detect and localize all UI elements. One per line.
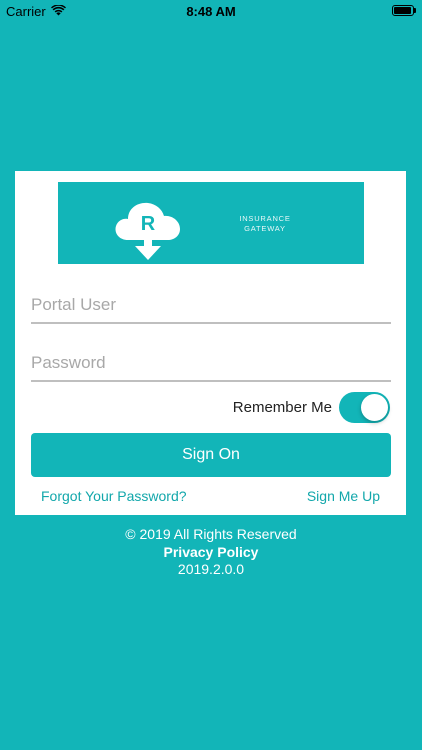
privacy-policy-link[interactable]: Privacy Policy xyxy=(0,544,422,562)
status-bar: Carrier 8:48 AM xyxy=(0,0,422,22)
battery-icon xyxy=(392,5,416,16)
remember-me-row: Remember Me xyxy=(233,392,390,423)
password-input[interactable] xyxy=(31,346,391,380)
logo-text: INSURANCE GATEWAY xyxy=(230,214,300,234)
footer: © 2019 All Rights Reserved Privacy Polic… xyxy=(0,526,422,579)
toggle-knob xyxy=(361,394,388,421)
logo-text-line2: GATEWAY xyxy=(244,224,286,233)
status-time: 8:48 AM xyxy=(186,4,236,19)
password-field xyxy=(31,346,391,382)
logo-banner: R INSURANCE GATEWAY xyxy=(58,182,364,264)
remember-me-toggle[interactable] xyxy=(339,392,390,423)
version-text: 2019.2.0.0 xyxy=(177,561,245,577)
logo-text-line1: INSURANCE xyxy=(239,214,291,223)
sign-me-up-link[interactable]: Sign Me Up xyxy=(307,488,380,504)
remember-me-label: Remember Me xyxy=(232,399,332,416)
cloud-download-icon: R xyxy=(115,202,180,260)
logo-letter: R xyxy=(141,213,156,235)
forgot-password-link[interactable]: Forgot Your Password? xyxy=(41,488,187,504)
login-card: R INSURANCE GATEWAY Remember Me Sign On … xyxy=(15,171,406,515)
sign-on-button[interactable]: Sign On xyxy=(31,433,391,477)
portal-user-input[interactable] xyxy=(31,288,391,322)
portal-user-field xyxy=(31,288,391,324)
copyright-text: © 2019 All Rights Reserved xyxy=(125,526,297,542)
